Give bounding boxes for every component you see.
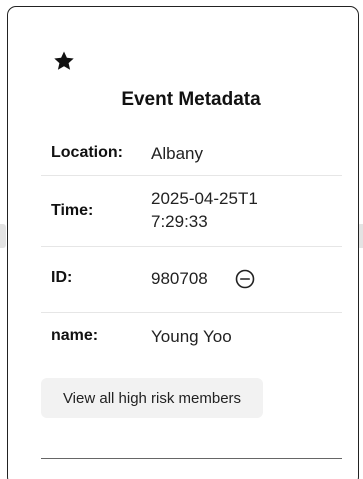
field-value-time: 2025-04-25T17:29:33: [151, 189, 258, 231]
field-row-name: name: Young Yoo: [41, 313, 342, 357]
field-label-time: Time:: [51, 202, 94, 219]
field-label-id: ID:: [51, 269, 73, 286]
field-row-location: Location: Albany: [41, 133, 342, 176]
star-icon[interactable]: [52, 49, 76, 73]
field-row-id: ID: 980708: [41, 247, 342, 313]
field-value-id: 980708: [151, 269, 208, 288]
minus-circle-icon[interactable]: [234, 268, 256, 290]
bottom-divider: [41, 458, 342, 459]
card-title: Event Metadata: [121, 89, 261, 110]
event-metadata-card: Event Metadata Location: Albany Time: 20…: [7, 6, 359, 479]
field-value-location: Albany: [151, 144, 203, 163]
left-scroll-handle[interactable]: [0, 224, 6, 248]
view-high-risk-members-button[interactable]: View all high risk members: [41, 378, 263, 418]
field-label-name: name:: [51, 327, 99, 344]
page: Event Metadata Location: Albany Time: 20…: [0, 0, 363, 479]
field-label-location: Location:: [51, 144, 123, 161]
field-row-time: Time: 2025-04-25T17:29:33: [41, 176, 342, 247]
field-value-name: Young Yoo: [151, 327, 232, 346]
